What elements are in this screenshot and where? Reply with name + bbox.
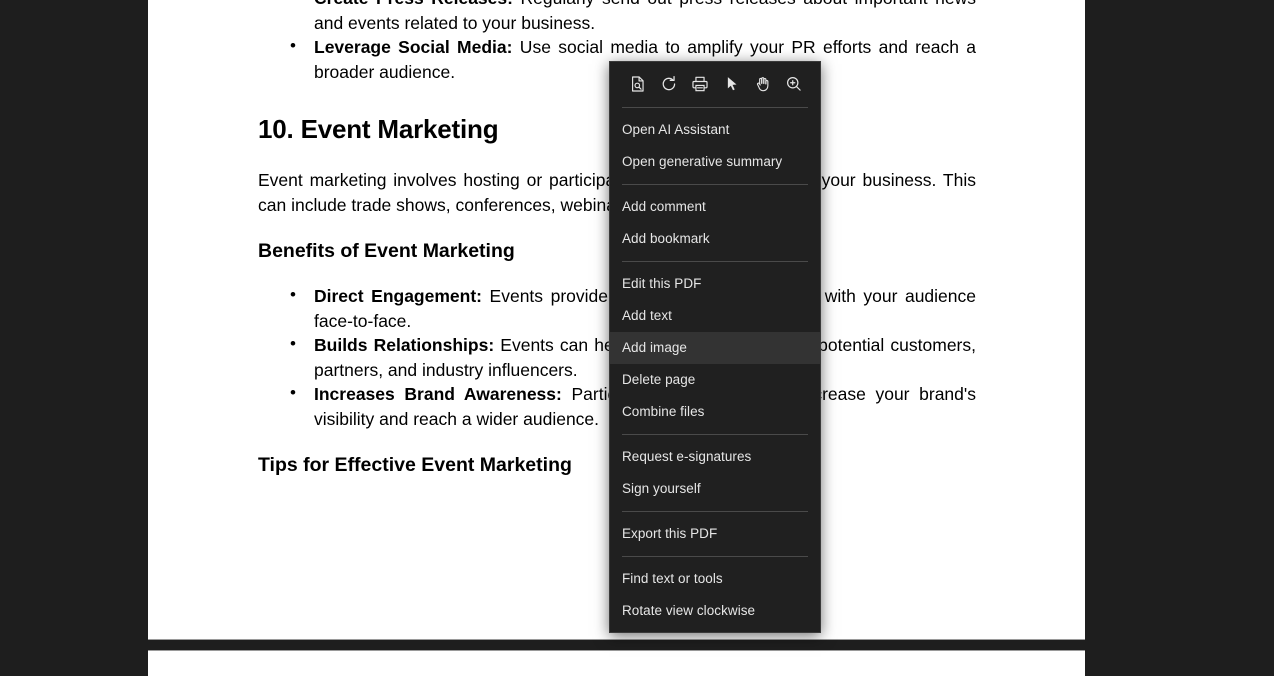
- menu-item-delete-page[interactable]: Delete page: [610, 364, 820, 396]
- pdf-page-2[interactable]: [148, 650, 1085, 676]
- menu-item-document-properties[interactable]: Document properties: [610, 627, 820, 632]
- menu-item-export-this-pdf[interactable]: Export this PDF: [610, 518, 820, 550]
- list-item-bold-label: Leverage Social Media:: [314, 37, 513, 57]
- menu-separator: [622, 107, 808, 108]
- list-item-bold-label: Direct Engagement:: [314, 286, 482, 306]
- menu-item-sign-yourself[interactable]: Sign yourself: [610, 473, 820, 505]
- menu-separator: [622, 556, 808, 557]
- menu-group-view: Find text or tools Rotate view clockwise…: [610, 563, 820, 632]
- rotate-clockwise-icon[interactable]: [657, 72, 681, 96]
- menu-separator: [622, 184, 808, 185]
- page-thumbnail-search-icon[interactable]: [626, 72, 650, 96]
- list-item-bold-label: Create Press Releases:: [314, 0, 513, 8]
- menu-group-edit: Edit this PDF Add text Add image Delete …: [610, 268, 820, 428]
- menu-item-add-bookmark[interactable]: Add bookmark: [610, 223, 820, 255]
- menu-group-export: Export this PDF: [610, 518, 820, 550]
- menu-item-add-text[interactable]: Add text: [610, 300, 820, 332]
- select-cursor-icon[interactable]: [720, 72, 744, 96]
- menu-item-open-generative-summary[interactable]: Open generative summary: [610, 146, 820, 178]
- list-item-bold-label: Builds Relationships:: [314, 335, 495, 355]
- menu-group-sign: Request e-signatures Sign yourself: [610, 441, 820, 505]
- pdf-viewer-root: Create Press Releases: Regularly send ou…: [0, 0, 1274, 676]
- menu-item-request-e-signatures[interactable]: Request e-signatures: [610, 441, 820, 473]
- pdf-context-menu[interactable]: Open AI Assistant Open generative summar…: [609, 61, 821, 633]
- zoom-in-icon[interactable]: [782, 72, 806, 96]
- menu-group-ai: Open AI Assistant Open generative summar…: [610, 114, 820, 178]
- pan-hand-icon[interactable]: [751, 72, 775, 96]
- menu-item-find-text-or-tools[interactable]: Find text or tools: [610, 563, 820, 595]
- menu-item-open-ai-assistant[interactable]: Open AI Assistant: [610, 114, 820, 146]
- menu-item-add-image[interactable]: Add image: [610, 332, 820, 364]
- menu-item-edit-this-pdf[interactable]: Edit this PDF: [610, 268, 820, 300]
- print-icon[interactable]: [688, 72, 712, 96]
- menu-item-add-comment[interactable]: Add comment: [610, 191, 820, 223]
- menu-separator: [622, 261, 808, 262]
- context-menu-toolbar: [610, 62, 820, 105]
- list-item: Create Press Releases: Regularly send ou…: [258, 0, 976, 35]
- menu-group-annotate: Add comment Add bookmark: [610, 191, 820, 255]
- menu-item-combine-files[interactable]: Combine files: [610, 396, 820, 428]
- list-item-bold-label: Increases Brand Awareness:: [314, 384, 562, 404]
- menu-item-rotate-view-clockwise[interactable]: Rotate view clockwise: [610, 595, 820, 627]
- menu-separator: [622, 511, 808, 512]
- menu-separator: [622, 434, 808, 435]
